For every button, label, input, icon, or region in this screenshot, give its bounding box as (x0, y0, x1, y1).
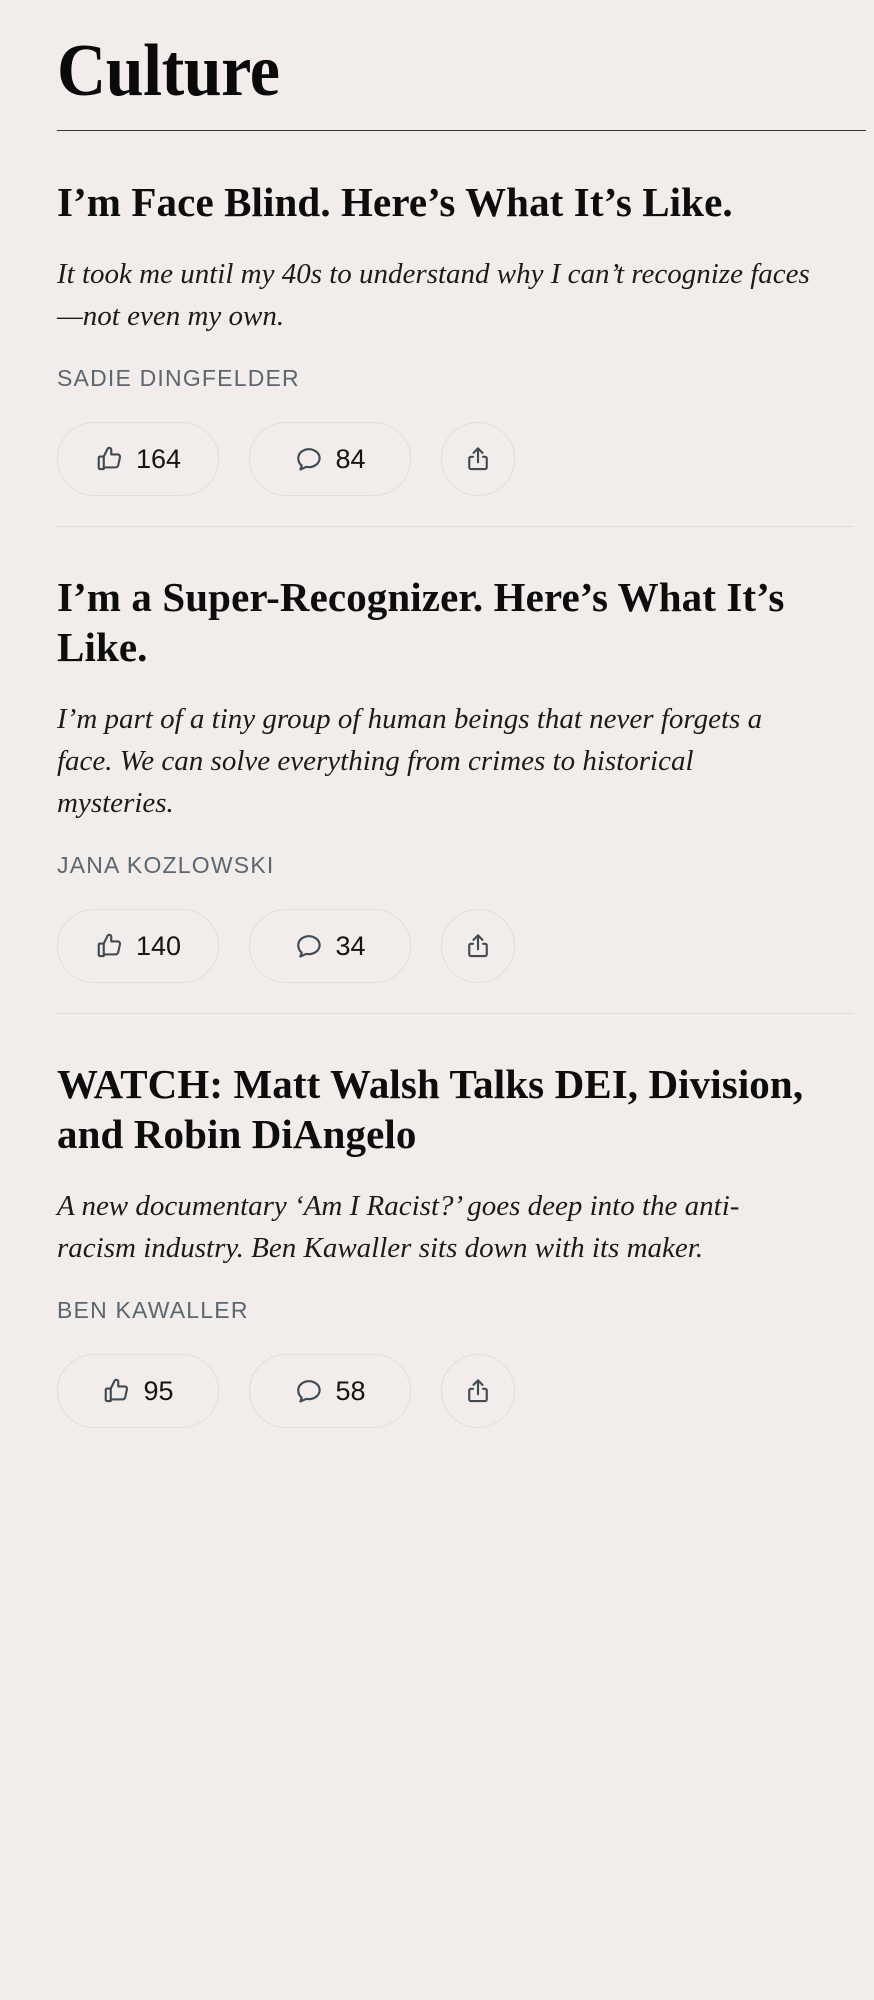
comment-button[interactable]: 34 (249, 909, 411, 984)
speech-bubble-icon (294, 931, 324, 961)
like-count: 164 (135, 443, 182, 474)
article-card[interactable]: I’m Face Blind. Here’s What It’s Like. I… (0, 131, 874, 526)
share-button[interactable] (441, 1354, 515, 1429)
share-icon (463, 1376, 493, 1406)
comment-count: 58 (335, 1375, 366, 1406)
article-deck: It took me until my 40s to understand wh… (57, 258, 810, 333)
article-byline[interactable]: Ben Kawaller (57, 1297, 844, 1324)
article-feed: I’m Face Blind. Here’s What It’s Like. I… (0, 131, 874, 1458)
speech-bubble-icon (294, 1376, 324, 1406)
like-button[interactable]: 140 (57, 909, 219, 984)
article-deck: I’m part of a tiny group of human beings… (57, 703, 763, 820)
comment-button[interactable]: 58 (249, 1354, 411, 1429)
page-title: Culture (57, 30, 280, 112)
article-actions: 164 84 (57, 422, 844, 497)
comment-count: 34 (335, 930, 366, 961)
comment-count: 84 (335, 443, 366, 474)
article-headline[interactable]: WATCH: Matt Walsh Talks DEI, Division, a… (57, 1059, 844, 1159)
comment-button[interactable]: 84 (249, 422, 411, 497)
share-icon (463, 444, 493, 474)
speech-bubble-icon (294, 444, 324, 474)
page-root: Culture I’m Face Blind. Here’s What It’s… (0, 0, 874, 1458)
like-count: 95 (143, 1375, 174, 1406)
article-card[interactable]: I’m a Super-Recognizer. Here’s What It’s… (0, 526, 874, 1013)
masthead: Culture (0, 0, 874, 130)
article-byline[interactable]: Jana Kozlowski (57, 852, 844, 879)
article-card[interactable]: WATCH: Matt Walsh Talks DEI, Division, a… (0, 1013, 874, 1458)
thumbs-up-icon (102, 1376, 132, 1406)
article-deck: A new documentary ‘Am I Racist?’ goes de… (57, 1190, 740, 1265)
thumbs-up-icon (95, 931, 125, 961)
like-count: 140 (135, 930, 182, 961)
like-button[interactable]: 95 (57, 1354, 219, 1429)
article-actions: 95 58 (57, 1354, 844, 1429)
thumbs-up-icon (95, 444, 125, 474)
like-button[interactable]: 164 (57, 422, 219, 497)
share-button[interactable] (441, 909, 515, 984)
article-headline[interactable]: I’m Face Blind. Here’s What It’s Like. (57, 177, 844, 227)
article-actions: 140 34 (57, 909, 844, 984)
share-icon (463, 931, 493, 961)
article-byline[interactable]: Sadie Dingfelder (57, 365, 844, 392)
article-headline[interactable]: I’m a Super-Recognizer. Here’s What It’s… (57, 572, 844, 672)
share-button[interactable] (441, 422, 515, 497)
